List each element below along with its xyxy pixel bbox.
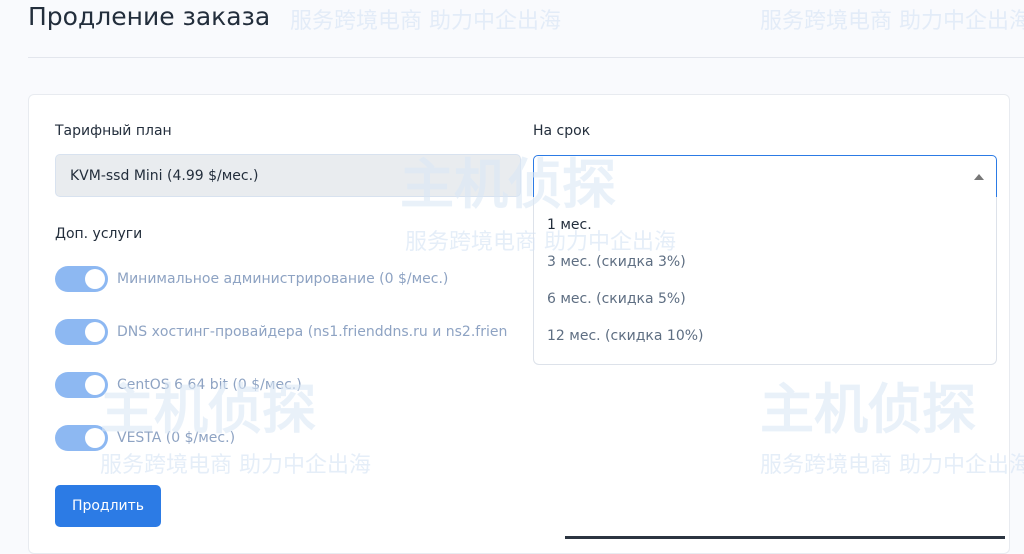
watermark-slogan: 服务跨境电商 助力中企出海 xyxy=(290,9,561,34)
renew-button[interactable]: Продлить xyxy=(55,485,161,527)
term-select[interactable] xyxy=(533,155,997,198)
page-title: Продление заказа xyxy=(28,2,271,31)
service-item: Минимальное администрирование (0 $/мес.) xyxy=(55,266,448,292)
service-item: CentOS 6 64 bit (0 $/мес.) xyxy=(55,372,302,398)
service-toggle[interactable] xyxy=(55,372,108,398)
divider xyxy=(28,57,1024,58)
term-label: На срок xyxy=(533,123,591,139)
term-option[interactable]: 6 мес. (скидка 5%) xyxy=(534,281,996,318)
service-toggle[interactable] xyxy=(55,319,108,345)
term-option[interactable]: 3 мес. (скидка 3%) xyxy=(534,244,996,281)
services-label: Доп. услуги xyxy=(55,226,143,242)
service-toggle[interactable] xyxy=(55,266,108,292)
term-option[interactable]: 12 мес. (скидка 10%) xyxy=(534,318,996,355)
term-option[interactable]: 1 мес. xyxy=(534,207,996,244)
service-label: CentOS 6 64 bit (0 $/мес.) xyxy=(117,377,302,393)
term-dropdown: 1 мес. 3 мес. (скидка 3%) 6 мес. (скидка… xyxy=(533,197,997,365)
watermark-slogan: 服务跨境电商 助力中企出海 xyxy=(760,9,1024,34)
service-item: VESTA (0 $/мес.) xyxy=(55,425,235,451)
caret-up-icon xyxy=(974,174,984,180)
service-label: DNS хостинг-провайдера (ns1.friendd­ns.r… xyxy=(117,324,508,340)
service-item: DNS хостинг-провайдера (ns1.friendd­ns.r… xyxy=(55,319,507,345)
plan-label: Тарифный план xyxy=(55,123,172,139)
service-label: VESTA (0 $/мес.) xyxy=(117,430,236,446)
service-label: Минимальное администрирование (0 $/мес.) xyxy=(117,271,449,287)
plan-select: KVM-ssd Mini (4.99 $/мес.) xyxy=(55,154,521,197)
service-toggle[interactable] xyxy=(55,425,108,451)
